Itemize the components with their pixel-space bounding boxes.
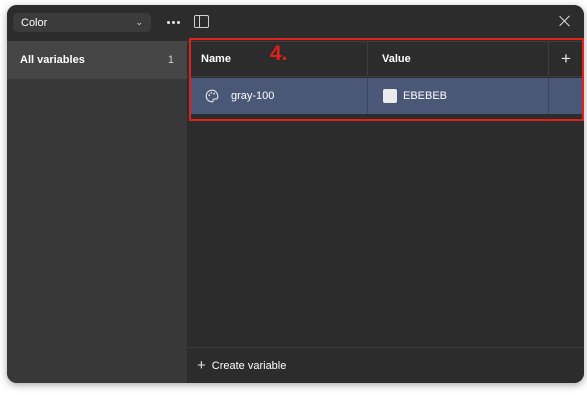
create-variable-label: Create variable xyxy=(211,359,287,372)
column-header-name[interactable]: Name xyxy=(201,42,231,76)
color-swatch[interactable] xyxy=(383,89,397,103)
variable-name[interactable]: gray-100 xyxy=(231,78,274,114)
column-header-value[interactable]: Value xyxy=(382,42,411,76)
collection-select-label: Color xyxy=(21,16,48,29)
more-horizontal-icon xyxy=(166,21,170,24)
sidebar: Color ⌄ All variables 1 xyxy=(7,5,187,383)
sidebar-item-count: 1 xyxy=(167,54,174,66)
variables-panel: Name Value + gray-100 EBEBEB + Create va… xyxy=(187,5,584,383)
more-options-button[interactable] xyxy=(162,13,184,32)
table-header: Name Value + xyxy=(187,41,584,77)
panel-footer: + Create variable xyxy=(187,347,584,383)
annotation-step-label: 4. xyxy=(270,42,288,65)
cell-divider xyxy=(548,78,549,114)
palette-icon xyxy=(205,89,219,103)
create-variable-button[interactable]: + Create variable xyxy=(197,348,286,383)
column-divider xyxy=(367,42,368,76)
sidebar-item-all-variables[interactable]: All variables 1 xyxy=(7,41,187,79)
sidebar-item-label: All variables xyxy=(20,54,85,66)
sidebar-toggle-icon[interactable] xyxy=(194,15,209,28)
cell-divider xyxy=(367,78,368,114)
variable-value[interactable]: EBEBEB xyxy=(403,78,447,114)
chevron-down-icon: ⌄ xyxy=(135,17,143,27)
table-row[interactable]: gray-100 EBEBEB xyxy=(189,78,584,114)
plus-icon: + xyxy=(561,49,571,68)
collection-select[interactable]: Color ⌄ xyxy=(13,13,151,32)
plus-icon: + xyxy=(197,357,206,374)
close-icon[interactable] xyxy=(558,14,572,28)
add-column-button[interactable]: + xyxy=(548,42,584,76)
variables-window: Color ⌄ All variables 1 Name Value + gra… xyxy=(7,5,584,383)
panel-topbar xyxy=(187,5,584,41)
sidebar-header: Color ⌄ xyxy=(7,5,187,41)
